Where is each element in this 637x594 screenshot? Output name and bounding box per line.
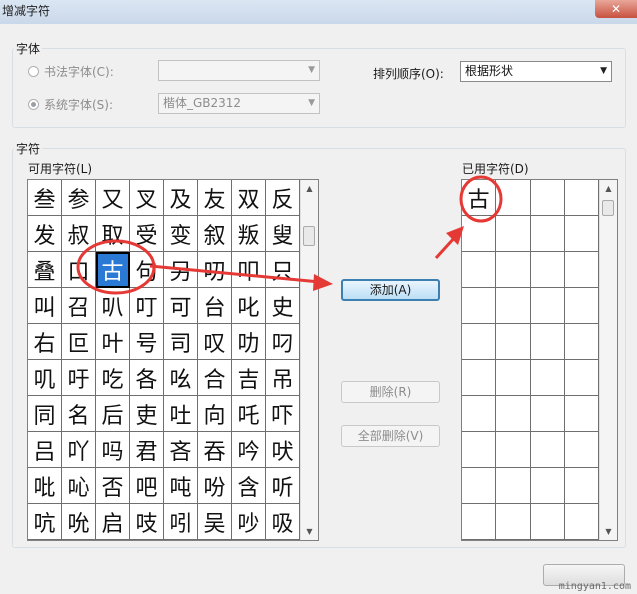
- annotation-arrow-1: [149, 264, 321, 284]
- annotation-circle-target: [459, 175, 503, 223]
- annotation-circle-source: [76, 239, 156, 295]
- annotation-arrowhead-1: [313, 274, 333, 291]
- annotation-overlay: [76, 175, 503, 295]
- watermark: mingyan1.com: [558, 581, 631, 592]
